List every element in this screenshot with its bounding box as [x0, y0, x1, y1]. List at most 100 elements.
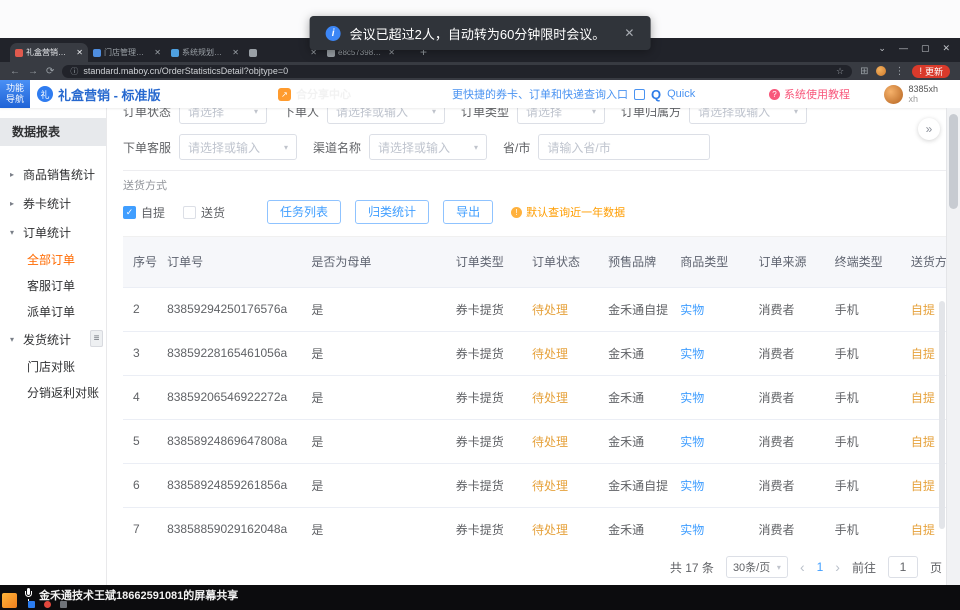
select-dropdown[interactable]: 请选择或输入▾: [689, 108, 807, 124]
filter-label: 订单归属方: [621, 108, 681, 120]
toolbar: 送货方式 ✓自提送货 任务列表归类统计导出 ! 默认查询近一年数据: [123, 177, 960, 224]
user-avatar: [884, 85, 903, 104]
table-row[interactable]: 683858924859261856a是券卡提货待处理金禾通自提实物消费者手机自…: [123, 463, 947, 507]
site-info-icon[interactable]: ⓘ: [70, 66, 78, 77]
jump-page-input[interactable]: 1: [888, 556, 918, 578]
checkbox-checked-icon: ✓: [123, 206, 136, 219]
quick-q-logo: Q: [651, 87, 661, 102]
goods-type-cell[interactable]: 实物: [670, 507, 748, 544]
user-profile[interactable]: 8385xh xh: [884, 80, 938, 108]
reload-icon[interactable]: ⟳: [46, 66, 54, 77]
chevron-down-icon: ▾: [432, 108, 436, 116]
table-row[interactable]: 283859294250176576a是券卡提货待处理金禾通自提实物消费者手机自…: [123, 287, 947, 331]
browser-tab[interactable]: 门店管理中心✕: [88, 43, 166, 62]
filter-field: 订单归属方请选择或输入▾: [621, 108, 807, 124]
select-dropdown[interactable]: 请选择或输入▾: [369, 134, 487, 160]
page-scrollbar[interactable]: [946, 108, 960, 585]
placeholder-text: 请选择: [188, 108, 224, 120]
taskbar-icon-blue[interactable]: [28, 601, 35, 608]
chevron-down-icon: ▾: [592, 108, 596, 116]
table-row[interactable]: 583858924869647808a是券卡提货待处理金禾通实物消费者手机自提: [123, 419, 947, 463]
sidebar-item[interactable]: ▸券卡统计: [0, 189, 106, 218]
share-center-link[interactable]: ↗ 合分享中心: [278, 80, 351, 108]
source-cell: 消费者: [748, 375, 824, 419]
close-icon[interactable]: ✕: [942, 43, 950, 54]
bookmark-star-icon[interactable]: ☆: [836, 66, 844, 77]
quick-entry[interactable]: 更快捷的券卡、订单和快递查询入口 Q Quick: [452, 80, 695, 108]
order-type-cell: 券卡提货: [446, 463, 522, 507]
back-icon[interactable]: ←: [10, 66, 20, 77]
sidebar-item[interactable]: ▾订单统计: [0, 218, 106, 247]
page-size-select[interactable]: 30条/页 ▾: [726, 556, 788, 578]
tab-close-icon[interactable]: ✕: [232, 48, 239, 57]
expand-filters-button[interactable]: »: [918, 118, 940, 140]
select-dropdown[interactable]: 请选择▾: [179, 108, 267, 124]
browser-tab[interactable]: 系统规划学习✕: [166, 43, 244, 62]
current-page[interactable]: 1: [817, 560, 824, 574]
tab-close-icon[interactable]: ✕: [154, 48, 161, 57]
browser-tab[interactable]: 礼盒营销平台管理中心✕: [10, 43, 88, 62]
maximize-icon[interactable]: ▢: [921, 43, 930, 54]
seq-cell: 6: [123, 463, 157, 507]
sidebar-subitem[interactable]: 分销返利对账: [0, 380, 106, 406]
update-label: 更新: [925, 65, 943, 78]
category-stats-button[interactable]: 归类统计: [355, 200, 429, 224]
scrollbar-thumb[interactable]: [949, 114, 958, 209]
terminal-cell: 手机: [825, 331, 901, 375]
chevron-right-icon: ▸: [10, 199, 19, 208]
export-button[interactable]: 导出: [443, 200, 493, 224]
browser-profile-avatar[interactable]: [876, 66, 886, 76]
table-row[interactable]: 483859206546922272a是券卡提货待处理金禾通实物消费者手机自提: [123, 375, 947, 419]
tab-close-icon[interactable]: ✕: [76, 48, 83, 57]
taskbar-icon-browser[interactable]: [44, 601, 51, 608]
source-cell: 消费者: [748, 463, 824, 507]
is-parent-cell: 是: [301, 375, 445, 419]
select-dropdown[interactable]: 请选择▾: [517, 108, 605, 124]
filter-field: 下单客服请选择或输入▾: [123, 134, 297, 160]
table-scrollbar[interactable]: [939, 301, 945, 529]
sidebar-subitem[interactable]: 派单订单: [0, 299, 106, 325]
task-list-button[interactable]: 任务列表: [267, 200, 341, 224]
checkbox-option[interactable]: 送货: [183, 204, 225, 221]
goods-type-cell[interactable]: 实物: [670, 375, 748, 419]
table-row[interactable]: 383859228165461056a是券卡提货待处理金禾通实物消费者手机自提: [123, 331, 947, 375]
brand-cell: 金禾通: [598, 507, 670, 544]
taskbar-icon-gray[interactable]: [60, 601, 67, 608]
prev-page-button[interactable]: ‹: [800, 559, 805, 575]
column-header: 订单号: [157, 237, 301, 287]
browser-update-button[interactable]: ! 更新: [912, 65, 950, 78]
minimize-icon[interactable]: —: [899, 43, 908, 54]
text-input[interactable]: 请输入省/市: [538, 134, 710, 160]
tab-list-chevron-icon[interactable]: ⌄: [878, 43, 886, 54]
placeholder-text: 请选择或输入: [378, 139, 450, 156]
sidebar-item[interactable]: ▸商品销售统计: [0, 160, 106, 189]
table-row[interactable]: 783858859029162048a是券卡提货待处理金禾通实物消费者手机自提: [123, 507, 947, 544]
order-type-cell: 券卡提货: [446, 375, 522, 419]
extensions-icon[interactable]: ⊞: [860, 66, 868, 77]
url-field[interactable]: ⓘ standard.maboy.cn/OrderStatisticsDetai…: [62, 65, 852, 78]
goods-type-cell[interactable]: 实物: [670, 463, 748, 507]
filter-row-clipped: 订单状态请选择▾下单人请选择或输入▾订单类型请选择▾订单归属方请选择或输入▾: [123, 108, 960, 126]
tutorial-link[interactable]: ? 系统使用教程: [769, 80, 850, 108]
user-subname: xh: [908, 94, 938, 104]
taskbar-app-icon[interactable]: [2, 593, 17, 608]
status-cell: 待处理: [522, 287, 598, 331]
next-page-button[interactable]: ›: [835, 559, 840, 575]
goods-type-cell[interactable]: 实物: [670, 287, 748, 331]
goods-type-cell[interactable]: 实物: [670, 419, 748, 463]
toast-close-icon[interactable]: ✕: [624, 26, 634, 40]
checkbox-option[interactable]: ✓自提: [123, 204, 165, 221]
select-dropdown[interactable]: 请选择或输入▾: [327, 108, 445, 124]
select-dropdown[interactable]: 请选择或输入▾: [179, 134, 297, 160]
sidebar-subitem[interactable]: 客服订单: [0, 273, 106, 299]
seq-cell: 2: [123, 287, 157, 331]
nav-toggle-line2: 导航: [6, 94, 24, 105]
sidebar-subitem[interactable]: 门店对账: [0, 354, 106, 380]
sidebar-collapse-handle[interactable]: ≡: [90, 330, 103, 347]
function-nav-button[interactable]: 功能 导航: [0, 80, 30, 108]
goods-type-cell[interactable]: 实物: [670, 331, 748, 375]
browser-menu-icon[interactable]: ⋮: [894, 66, 904, 77]
forward-icon[interactable]: →: [28, 66, 38, 77]
order-type-cell: 券卡提货: [446, 507, 522, 544]
sidebar-subitem[interactable]: 全部订单: [0, 247, 106, 273]
